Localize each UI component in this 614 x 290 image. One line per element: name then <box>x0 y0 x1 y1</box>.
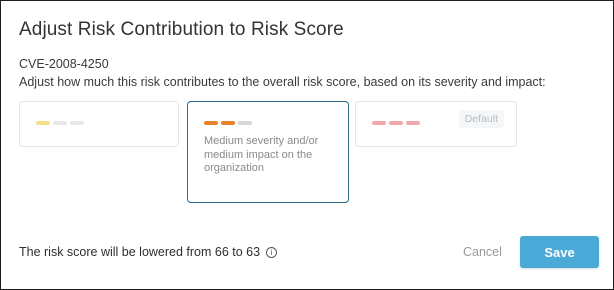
severity-indicator-low <box>36 121 84 125</box>
severity-dash <box>53 121 67 125</box>
save-button[interactable]: Save <box>520 236 599 268</box>
risk-option-high[interactable]: Default <box>355 101 517 147</box>
dialog-description: Adjust how much this risk contributes to… <box>19 75 546 89</box>
risk-option-description: Medium severity and/or medium impact on … <box>204 135 319 174</box>
info-icon[interactable]: i <box>266 246 278 258</box>
severity-dash <box>406 121 420 125</box>
severity-dash <box>372 121 386 125</box>
severity-indicator-medium <box>204 121 252 125</box>
dialog-title: Adjust Risk Contribution to Risk Score <box>19 19 344 40</box>
severity-indicator-high <box>372 121 420 125</box>
risk-score-message: The risk score will be lowered from 66 t… <box>19 245 278 259</box>
risk-score-text: The risk score will be lowered from 66 t… <box>19 245 261 259</box>
severity-dash <box>36 121 50 125</box>
cancel-button[interactable]: Cancel <box>463 245 502 259</box>
risk-contribution-dialog: Adjust Risk Contribution to Risk Score C… <box>0 0 614 290</box>
risk-option-low[interactable] <box>19 101 179 147</box>
default-badge: Default <box>458 110 504 128</box>
cve-id: CVE-2008-4250 <box>19 57 109 71</box>
severity-dash <box>204 121 218 125</box>
severity-dash <box>389 121 403 125</box>
severity-dash <box>70 121 84 125</box>
severity-dash <box>238 121 252 125</box>
severity-dash <box>221 121 235 125</box>
risk-option-medium[interactable]: Medium severity and/or medium impact on … <box>187 101 349 203</box>
